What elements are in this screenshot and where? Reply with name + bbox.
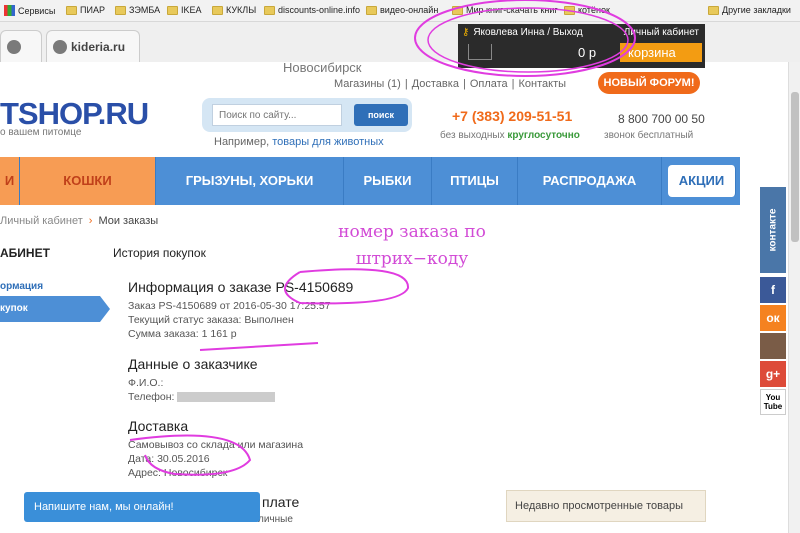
annotation-circle (129, 434, 252, 476)
annotation-circle (414, 0, 636, 77)
annotation-note: номер заказа по штрих−коду (338, 222, 486, 269)
annotation-circle (284, 268, 410, 305)
annotation-underline (199, 342, 319, 351)
annotation-circle (427, 7, 629, 73)
